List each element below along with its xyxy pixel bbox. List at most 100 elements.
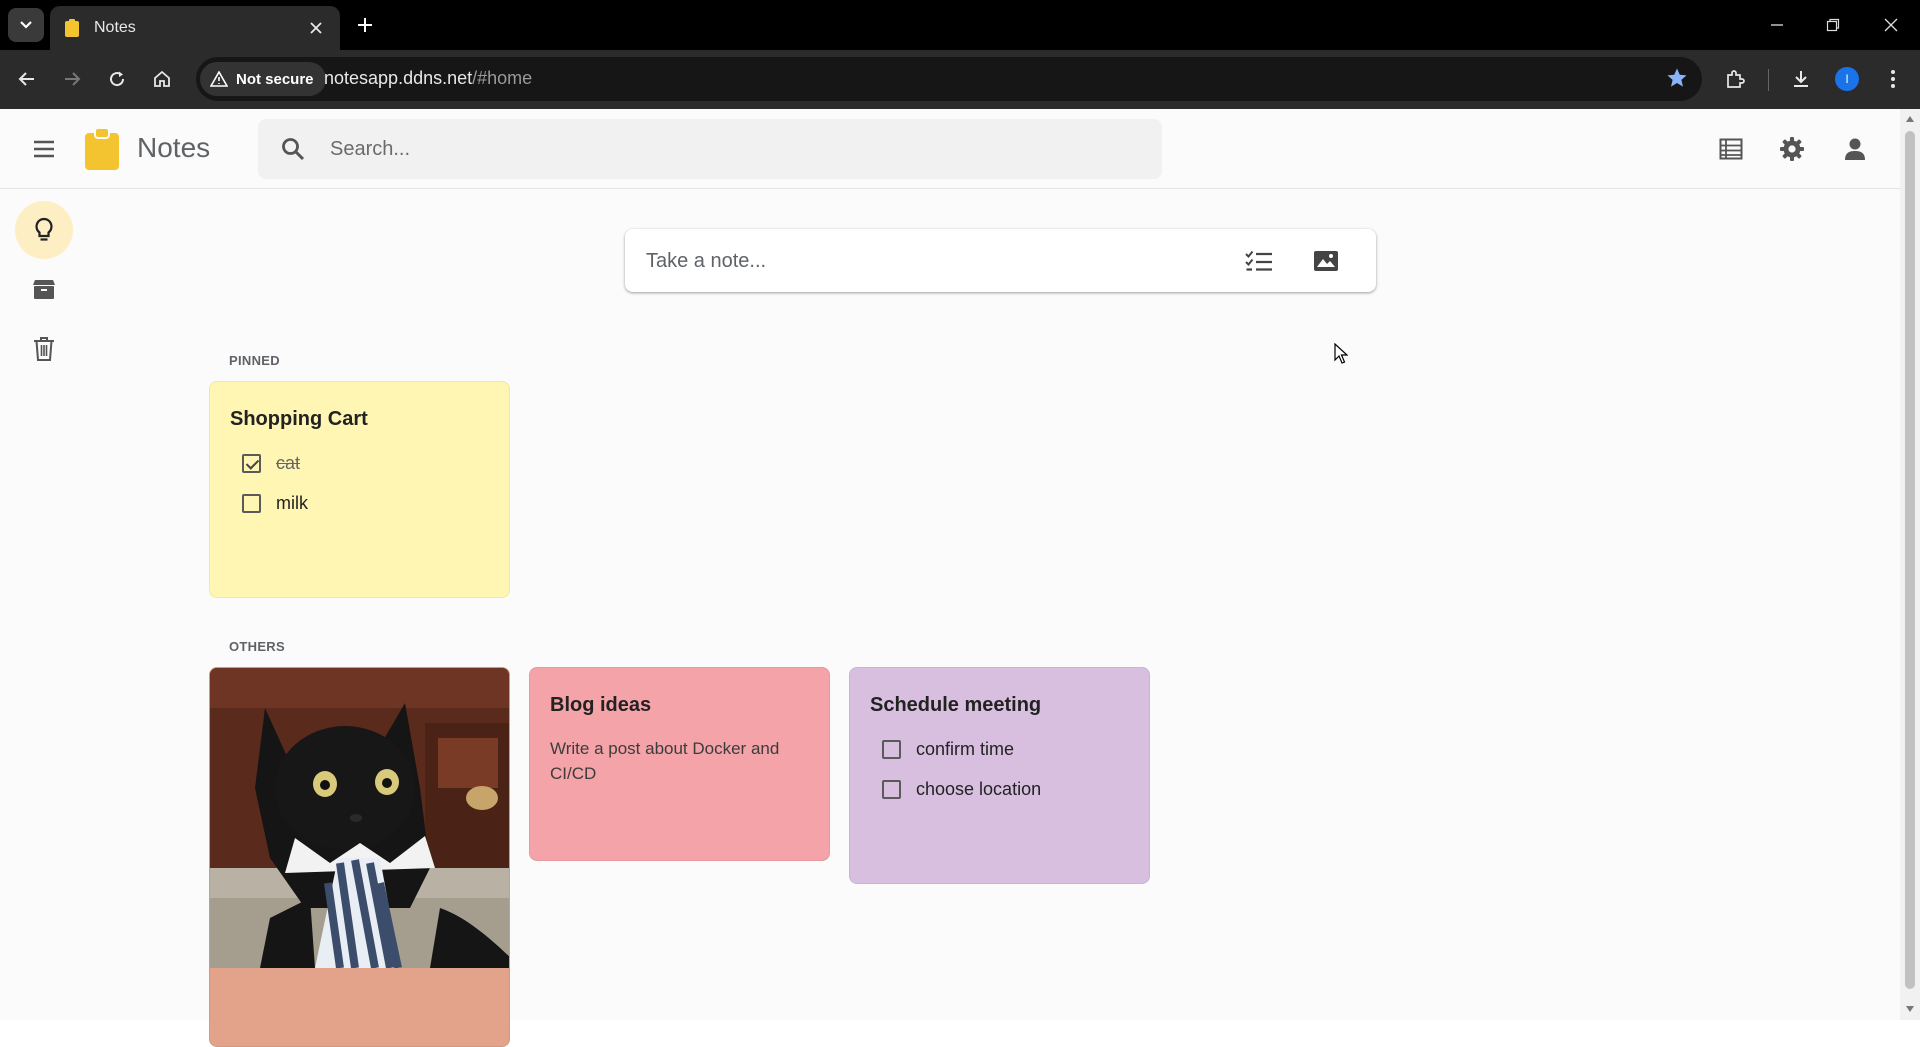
notes-favicon-icon bbox=[65, 19, 79, 37]
search-bar[interactable] bbox=[258, 119, 1162, 179]
image-icon bbox=[1314, 251, 1338, 271]
note-title: Shopping Cart bbox=[230, 408, 368, 430]
profile-avatar[interactable]: I bbox=[1835, 67, 1859, 91]
note-card-shopping-cart[interactable]: Shopping Cart cat milk bbox=[209, 381, 510, 598]
search-input[interactable] bbox=[330, 133, 1130, 165]
note-body: Write a post about Docker and CI/CD bbox=[550, 739, 780, 783]
browser-toolbar: Not secure notesapp.ddns.net/#home bbox=[0, 50, 1920, 109]
arrow-right-icon bbox=[65, 72, 81, 86]
bookmark-button[interactable] bbox=[1666, 67, 1688, 94]
scrollbar-thumb[interactable] bbox=[1905, 131, 1915, 989]
settings-button[interactable] bbox=[1774, 131, 1810, 167]
checklist-item[interactable]: choose location bbox=[882, 779, 1041, 800]
close-icon bbox=[1884, 18, 1898, 32]
puzzle-icon bbox=[1727, 70, 1745, 88]
reload-icon bbox=[110, 71, 125, 87]
kebab-menu-icon bbox=[1891, 70, 1895, 88]
page-scrollbar[interactable] bbox=[1900, 109, 1920, 1020]
new-image-note-button[interactable] bbox=[1309, 244, 1343, 278]
checkbox-unchecked[interactable] bbox=[882, 740, 901, 759]
security-label: Not secure bbox=[236, 70, 314, 88]
download-icon bbox=[1794, 71, 1808, 87]
new-tab-button[interactable] bbox=[352, 12, 378, 38]
tab-title: Notes bbox=[94, 19, 136, 36]
checklist-item[interactable]: milk bbox=[242, 493, 308, 514]
checkbox-unchecked[interactable] bbox=[882, 780, 901, 799]
mouse-cursor-icon bbox=[1334, 343, 1348, 364]
star-icon bbox=[1667, 68, 1687, 87]
checkbox-unchecked[interactable] bbox=[242, 494, 261, 513]
checklist-item[interactable]: confirm time bbox=[882, 739, 1014, 760]
sidebar-item-archive[interactable] bbox=[15, 260, 73, 318]
note-title: Schedule meeting bbox=[870, 694, 1042, 716]
arrow-left-icon bbox=[18, 72, 34, 86]
close-icon bbox=[310, 22, 322, 34]
checklist-item-text: confirm time bbox=[916, 739, 1015, 759]
minimize-icon bbox=[1771, 24, 1783, 26]
security-indicator[interactable]: Not secure bbox=[200, 62, 326, 96]
lightbulb-icon bbox=[35, 217, 53, 241]
notes-app: Notes Take a note... PINNED bbox=[0, 109, 1900, 1047]
url-host: notesapp.ddns.net bbox=[324, 68, 473, 88]
main-menu-button[interactable] bbox=[28, 135, 60, 163]
home-button[interactable] bbox=[147, 64, 177, 94]
url-path: /#home bbox=[472, 68, 533, 88]
composer-placeholder: Take a note... bbox=[646, 250, 767, 272]
arrow-up-icon bbox=[1906, 116, 1914, 122]
downloads-button[interactable] bbox=[1786, 64, 1816, 94]
checkbox-checked[interactable] bbox=[242, 454, 261, 473]
pinned-section-label: PINNED bbox=[229, 353, 280, 368]
extensions-button[interactable] bbox=[1720, 64, 1750, 94]
archive-icon bbox=[33, 280, 55, 299]
app-logo-icon bbox=[85, 127, 119, 170]
note-title: Blog ideas bbox=[550, 694, 652, 716]
reload-button[interactable] bbox=[102, 64, 132, 94]
checklist-item-text: cat bbox=[276, 453, 301, 473]
arrow-down-icon bbox=[1906, 1006, 1914, 1012]
scroll-down-arrow[interactable] bbox=[1905, 1004, 1915, 1014]
checklist-item[interactable]: cat bbox=[242, 453, 300, 474]
app-header: Notes bbox=[0, 109, 1900, 189]
checklist-item-text: choose location bbox=[916, 779, 1042, 799]
list-view-button[interactable] bbox=[1713, 131, 1749, 167]
search-icon[interactable] bbox=[280, 136, 306, 162]
trash-icon bbox=[34, 337, 54, 361]
tab-close-button[interactable] bbox=[306, 18, 326, 38]
url-text[interactable]: notesapp.ddns.net/#home bbox=[324, 68, 532, 89]
home-icon bbox=[154, 70, 170, 87]
list-view-icon bbox=[1719, 138, 1743, 160]
checklist-icon bbox=[1245, 250, 1272, 271]
plus-icon bbox=[358, 18, 372, 32]
note-card-image[interactable] bbox=[209, 667, 510, 1047]
account-button[interactable] bbox=[1837, 131, 1873, 167]
minimize-button[interactable] bbox=[1764, 12, 1790, 38]
close-window-button[interactable] bbox=[1878, 12, 1904, 38]
toolbar-divider bbox=[1768, 69, 1769, 91]
person-icon bbox=[1845, 138, 1865, 160]
note-card-schedule-meeting[interactable]: Schedule meeting confirm time choose loc… bbox=[849, 667, 1150, 884]
sidebar-item-trash[interactable] bbox=[15, 320, 73, 378]
app-title: Notes bbox=[137, 132, 211, 163]
checklist-item-text: milk bbox=[276, 493, 308, 513]
scroll-up-arrow[interactable] bbox=[1905, 114, 1915, 124]
address-bar[interactable]: Not secure notesapp.ddns.net/#home bbox=[196, 57, 1702, 101]
browser-tab-bar: Notes bbox=[0, 0, 1920, 50]
chevron-down-icon bbox=[20, 21, 32, 29]
back-button[interactable] bbox=[12, 64, 42, 94]
image-note-footer bbox=[210, 968, 509, 1046]
forward-button[interactable] bbox=[57, 64, 87, 94]
warning-icon bbox=[210, 71, 228, 87]
browser-menu-button[interactable] bbox=[1878, 64, 1908, 94]
restore-icon bbox=[1826, 18, 1840, 32]
note-card-blog-ideas[interactable]: Blog ideas Write a post about Docker and… bbox=[529, 667, 830, 861]
tab-search-button[interactable] bbox=[8, 8, 44, 42]
gear-icon bbox=[1780, 137, 1804, 161]
new-list-button[interactable] bbox=[1242, 244, 1276, 278]
cat-photo bbox=[210, 668, 509, 968]
take-note-composer[interactable]: Take a note... bbox=[625, 229, 1376, 292]
hamburger-icon bbox=[34, 140, 54, 158]
others-section-label: OTHERS bbox=[229, 639, 285, 654]
restore-button[interactable] bbox=[1820, 12, 1846, 38]
browser-tab[interactable]: Notes bbox=[50, 6, 340, 50]
sidebar-item-notes[interactable] bbox=[15, 201, 73, 259]
